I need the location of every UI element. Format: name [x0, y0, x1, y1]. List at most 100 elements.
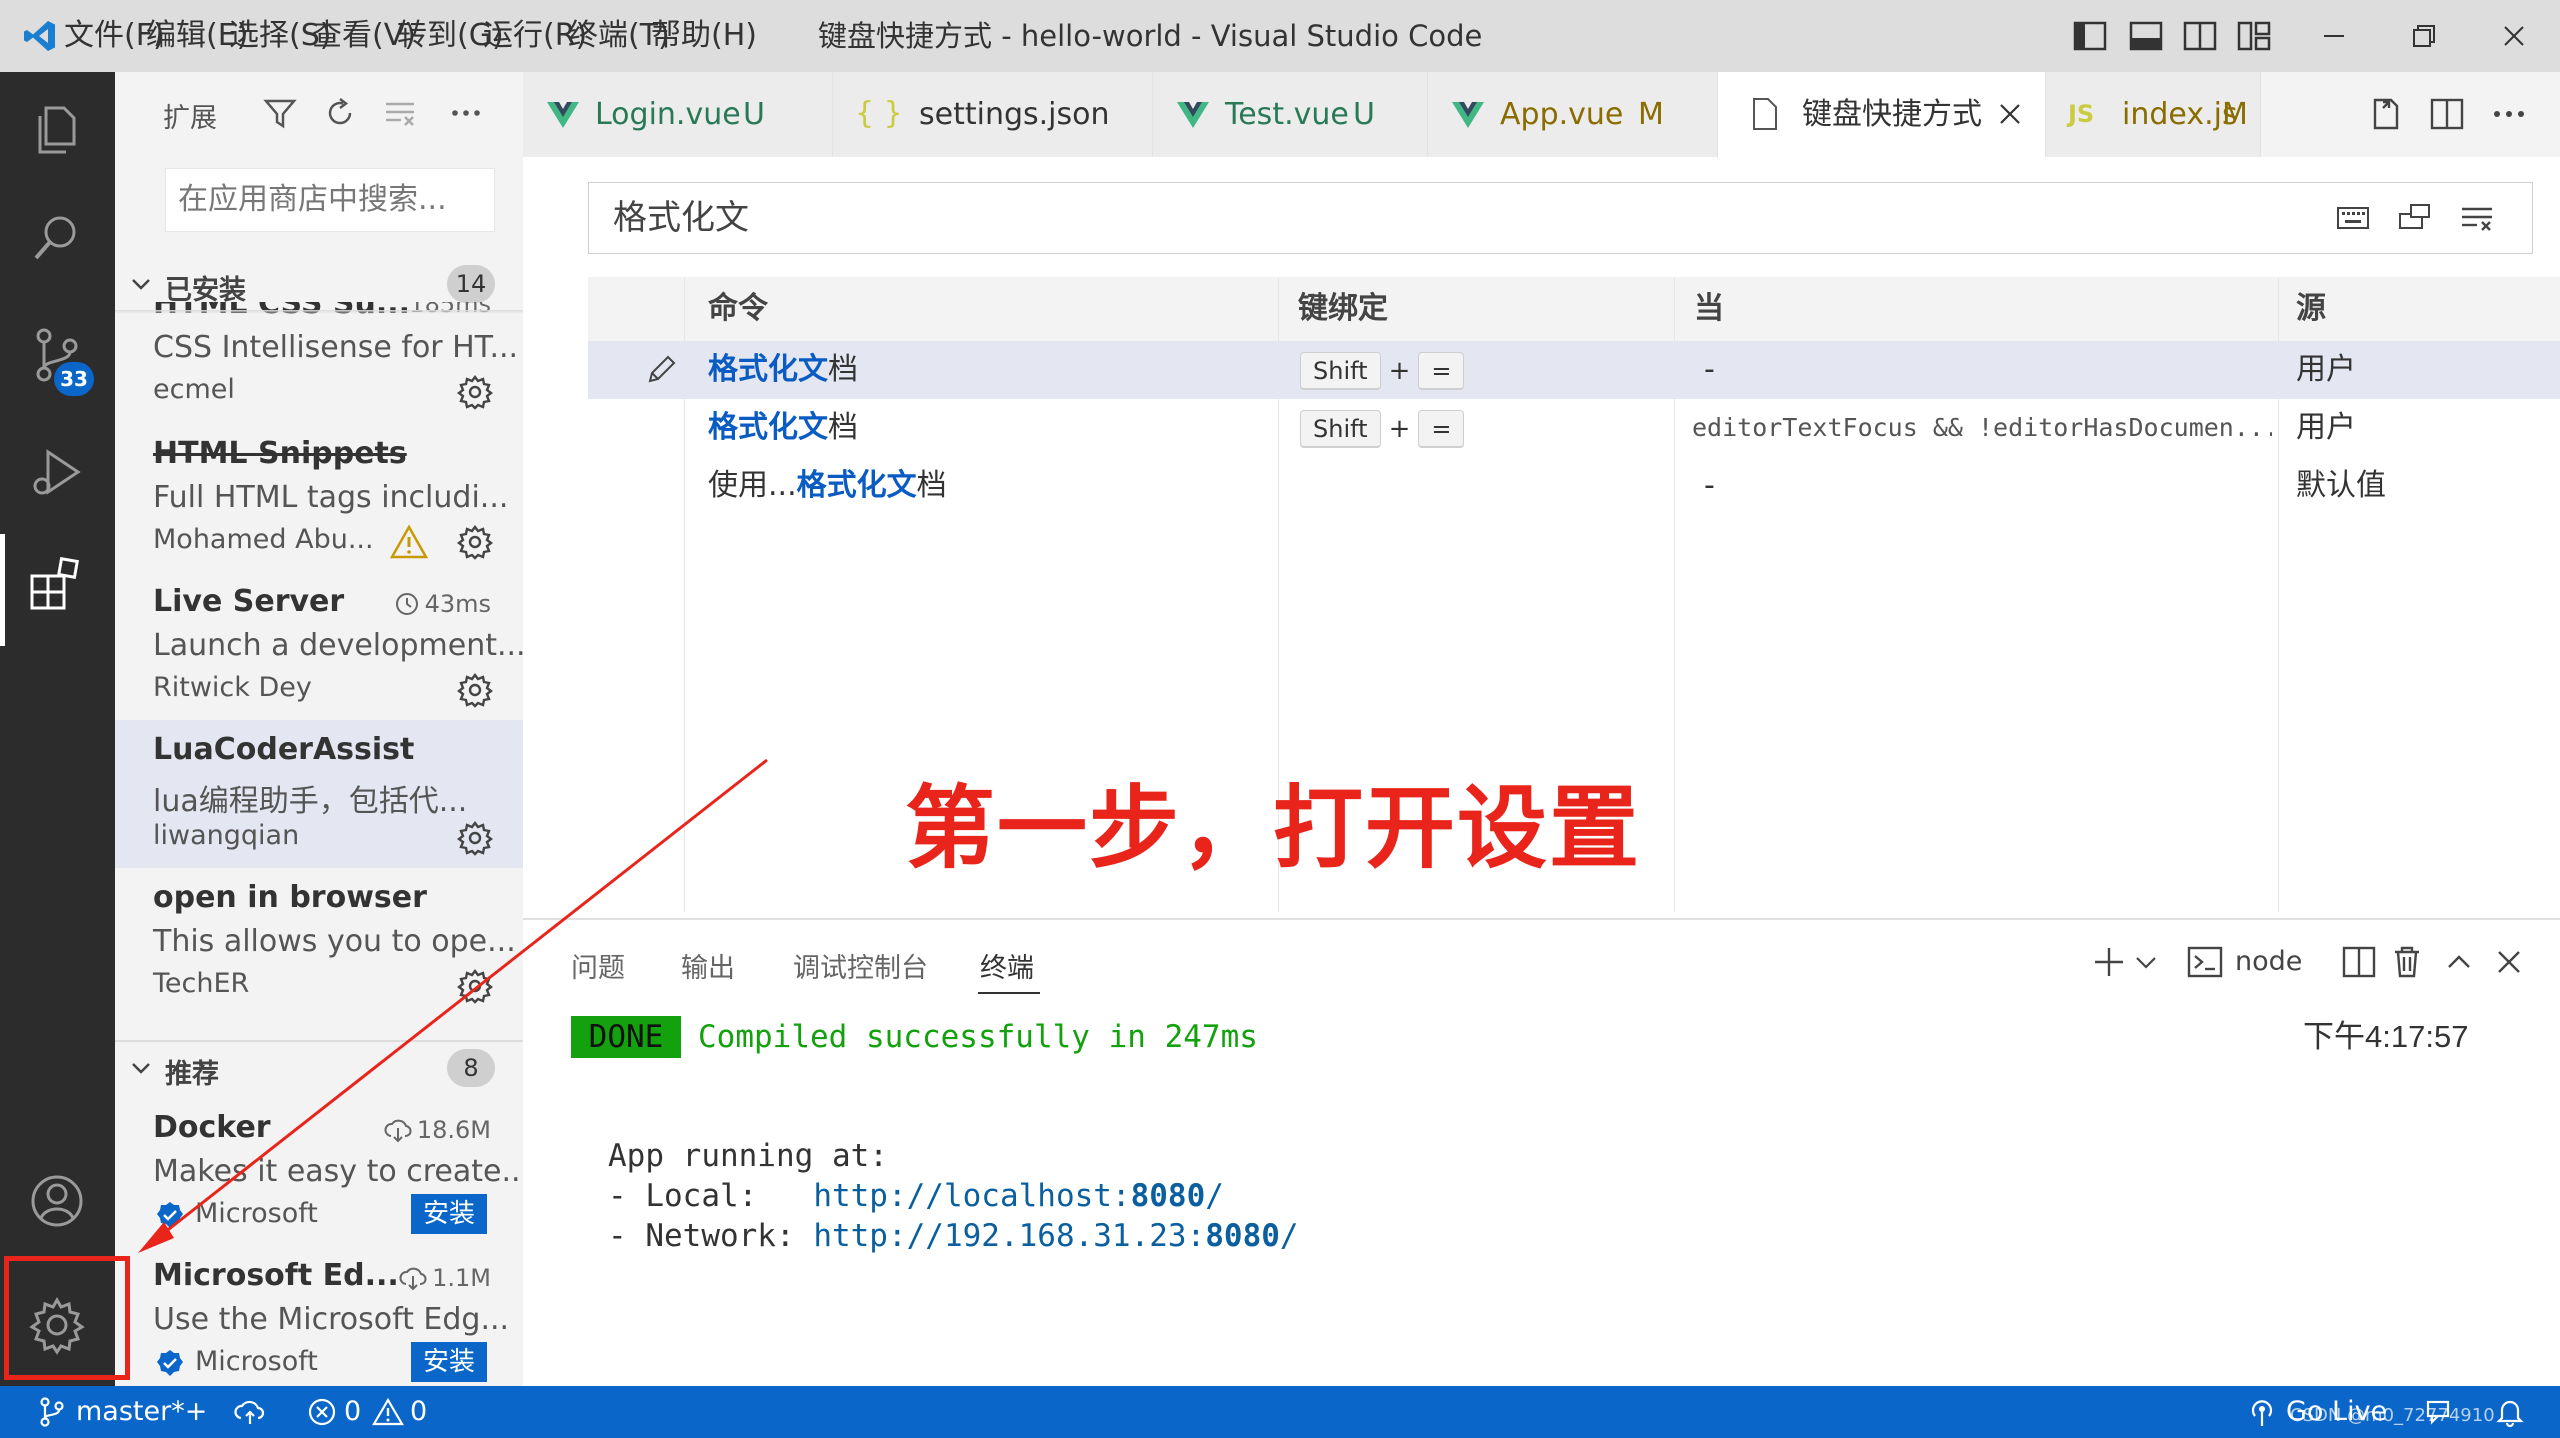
chevron-down-icon[interactable] [2133, 942, 2159, 982]
extensions-sidebar: 扩展 在应用商店中搜索... 已安装 14 HTML CSS Su... 185… [115, 72, 523, 1386]
run-debug-icon[interactable] [26, 442, 88, 504]
extension-gear-icon[interactable] [457, 968, 493, 1004]
clear-search-icon[interactable] [2459, 200, 2495, 236]
filter-icon[interactable] [263, 96, 297, 130]
key-shift: Shift [1300, 351, 1381, 390]
keybinding-cell: Shift + = [1300, 399, 1465, 457]
new-terminal-icon[interactable] [2089, 942, 2129, 982]
sort-by-precedence-icon[interactable] [2397, 200, 2433, 236]
verified-publisher-icon [157, 1202, 183, 1228]
tab-keyboard-shortcuts[interactable]: 键盘快捷方式 [1718, 72, 2046, 157]
toggle-panel-icon[interactable] [2128, 18, 2164, 54]
extensions-icon[interactable] [26, 554, 88, 616]
explorer-icon[interactable] [26, 98, 88, 160]
customize-layout-icon[interactable] [2236, 18, 2272, 54]
broadcast-icon [2251, 1400, 2273, 1426]
extension-item-html-snippets[interactable]: HTML Snippets Full HTML tags includi... … [115, 424, 523, 572]
extension-name: open in browser [153, 880, 427, 915]
extension-item-docker[interactable]: Docker 18.6M Makes it easy to create... … [115, 1098, 523, 1246]
warning-count[interactable]: 0 [410, 1386, 427, 1438]
minimize-icon[interactable] [2316, 18, 2352, 54]
extension-gear-icon[interactable] [457, 374, 493, 410]
keybinding-cell: Shift + = [1300, 341, 1465, 399]
install-button[interactable]: 安装 [411, 1342, 487, 1382]
maximize-panel-icon[interactable] [2439, 942, 2479, 982]
toggle-sidebar-icon[interactable] [2072, 18, 2108, 54]
accounts-icon[interactable] [26, 1170, 88, 1232]
tab-output[interactable]: 输出 [681, 946, 735, 985]
extension-gear-icon[interactable] [457, 672, 493, 708]
sync-cloud-icon[interactable] [232, 1396, 268, 1428]
recommended-section-header[interactable]: 推荐 8 [115, 1042, 523, 1094]
more-actions-icon[interactable] [2489, 94, 2529, 134]
command-cell: 格式化文档 [708, 352, 858, 387]
keybindings-search-input[interactable]: 格式化文 [588, 182, 2533, 254]
tab-label: settings.json [919, 97, 1110, 132]
key-equals: = [1418, 409, 1465, 448]
column-source[interactable]: 源 [2296, 277, 2326, 341]
split-editor-icon[interactable] [2427, 94, 2467, 134]
warning-icon[interactable] [372, 1396, 404, 1428]
terminal-output[interactable]: DONE Compiled successfully in 247ms 下午4:… [523, 1016, 2560, 1386]
when-cell: - [1704, 468, 1715, 503]
vue-icon [1177, 102, 1209, 128]
extension-search-input[interactable]: 在应用商店中搜索... [165, 168, 495, 232]
local-url-link[interactable]: http://localhost:8080/ [813, 1178, 1224, 1214]
trash-icon[interactable] [2387, 942, 2427, 982]
column-when[interactable]: 当 [1694, 277, 1724, 341]
table-row[interactable]: 格式化文档 Shift + = - 用户 [588, 341, 2560, 399]
extension-item-live-server[interactable]: Live Server 43ms Launch a development...… [115, 572, 523, 720]
tab-terminal[interactable]: 终端 [980, 946, 1034, 985]
extension-gear-icon[interactable] [457, 524, 493, 560]
tab-index-js[interactable]: JS index.js M [2046, 72, 2261, 157]
toggle-secondary-sidebar-icon[interactable] [2182, 18, 2218, 54]
network-url-link[interactable]: http://192.168.31.23:8080/ [813, 1218, 1298, 1254]
tab-problems[interactable]: 问题 [571, 946, 625, 985]
extension-item-luacoderassist[interactable]: LuaCoderAssist lua编程助手，包括代... liwangqian [115, 720, 523, 868]
chevron-down-icon [132, 1063, 150, 1074]
error-icon[interactable] [306, 1396, 338, 1428]
extension-publisher: liwangqian [153, 820, 300, 851]
extension-description: Launch a development... [153, 628, 523, 663]
open-json-icon[interactable] [2365, 94, 2405, 134]
close-window-icon[interactable] [2496, 18, 2532, 54]
tab-settings-json[interactable]: { } settings.json [833, 72, 1153, 157]
close-panel-icon[interactable] [2489, 942, 2529, 982]
extension-publisher: Ritwick Dey [153, 672, 312, 703]
extension-gear-icon[interactable] [457, 820, 493, 856]
watermark-text: CSDN @m0_72774910 [2290, 1405, 2495, 1426]
cloud-download-icon [384, 1119, 412, 1143]
edit-pencil-icon[interactable] [644, 353, 678, 387]
git-branch-status[interactable]: master*+ [76, 1386, 207, 1438]
tab-login-vue[interactable]: Login.vue U [523, 72, 833, 157]
tab-test-vue[interactable]: Test.vue U [1153, 72, 1428, 157]
terminal-name[interactable]: node [2235, 946, 2302, 977]
tab-close-icon[interactable] [1996, 100, 2024, 128]
status-bar: master*+ 0 0 Go Live CSDN @m0_72774910 [0, 1386, 2560, 1438]
restore-icon[interactable] [2406, 18, 2442, 54]
column-command[interactable]: 命令 [708, 277, 768, 341]
menu-help[interactable]: 帮助(H) [651, 0, 757, 72]
warning-icon[interactable] [390, 524, 428, 560]
split-terminal-icon[interactable] [2339, 942, 2379, 982]
extension-item-open-in-browser[interactable]: open in browser This allows you to ope..… [115, 868, 523, 1016]
install-button[interactable]: 安装 [411, 1194, 487, 1234]
search-icon[interactable] [26, 208, 88, 270]
tab-debug-console[interactable]: 调试控制台 [793, 946, 928, 985]
key-shift: Shift [1300, 409, 1381, 448]
extension-item-microsoft-edge[interactable]: Microsoft Ed... 1.1M Use the Microsoft E… [115, 1246, 523, 1386]
tab-app-vue[interactable]: App.vue M [1428, 72, 1718, 157]
tab-status: M [2222, 97, 2248, 132]
keyboard-icon[interactable] [2335, 200, 2371, 236]
column-keybinding[interactable]: 键绑定 [1298, 277, 1388, 341]
notifications-bell-icon[interactable] [2494, 1396, 2526, 1428]
error-count[interactable]: 0 [344, 1386, 361, 1438]
clear-results-icon[interactable] [383, 96, 417, 130]
table-row[interactable]: 格式化文档 Shift + = editorTextFocus && !editor… [588, 399, 2560, 457]
scroll-shadow [115, 310, 523, 314]
extension-description: Makes it easy to create... [153, 1154, 523, 1189]
more-actions-icon[interactable] [449, 96, 483, 130]
table-row[interactable]: 使用...格式化文档 - 默认值 [588, 457, 2560, 515]
refresh-icon[interactable] [323, 96, 357, 130]
extension-description: lua编程助手，包括代... [153, 784, 468, 819]
